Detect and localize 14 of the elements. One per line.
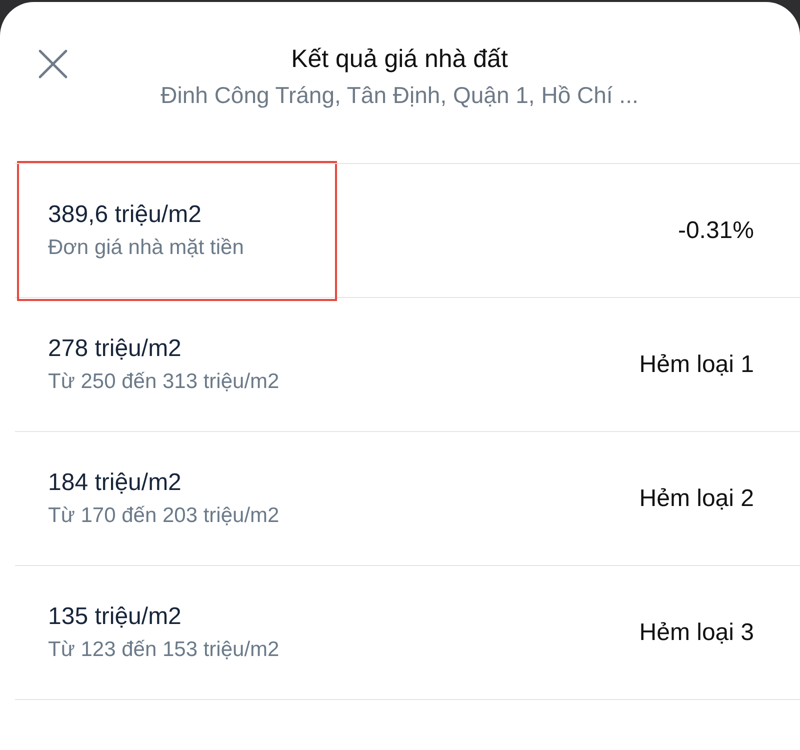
address-subtitle: Đinh Công Tráng, Tân Định, Quận 1, Hồ Chí ... [160,81,638,110]
price-text: 389,6 triệu/m2 [48,200,202,230]
price-detail: Từ 250 đến 313 triệu/m2 [48,368,280,394]
price-category: Hẻm loại 2 [639,484,754,514]
price-category: Hẻm loại 1 [639,350,754,380]
price-text: 135 triệu/m2 [48,602,182,632]
price-detail: Đơn giá nhà mặt tiền [48,234,245,260]
price-detail: Từ 123 đến 153 triệu/m2 [48,636,280,662]
page-title: Kết quả giá nhà đất [291,44,508,75]
price-detail: Từ 170 đến 203 triệu/m2 [48,502,280,528]
price-text: 278 triệu/m2 [48,334,182,364]
price-category: Hẻm loại 3 [639,618,754,648]
price-category: -0.31% [678,216,754,246]
price-text: 184 triệu/m2 [48,468,182,498]
